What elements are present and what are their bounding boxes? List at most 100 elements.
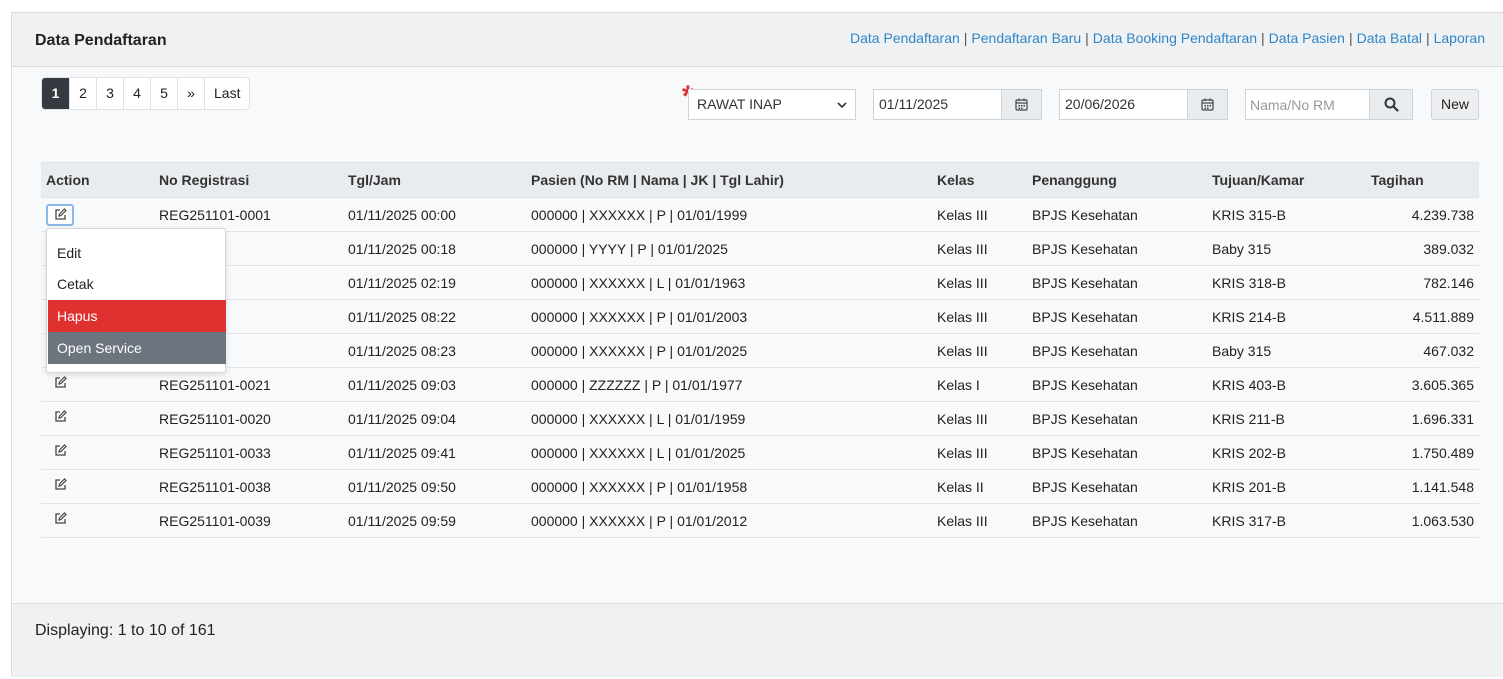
new-button[interactable]: New — [1431, 89, 1479, 120]
table-row[interactable]: REG251101-0001 01/11/2025 00:00 000000 | X… — [41, 197, 1479, 232]
tujuan-kamar-cell: KRIS 202-B — [1207, 435, 1366, 470]
kelas-cell: Kelas III — [932, 299, 1027, 334]
edit-icon[interactable] — [46, 510, 74, 532]
table-row[interactable]: 1-001301/11/2025 08:23000000 | XXXXXX | … — [41, 333, 1479, 368]
service-type-select[interactable]: RAWAT INAP — [688, 89, 856, 120]
tgl-jam-cell: 01/11/2025 02:19 — [343, 265, 526, 300]
tujuan-kamar-cell: KRIS 201-B — [1207, 469, 1366, 504]
tujuan-kamar-cell: KRIS 211-B — [1207, 401, 1366, 436]
service-type-value: RAWAT INAP — [697, 96, 782, 112]
table-header-row: Action No Registrasi Tgl/Jam Pasien (No … — [41, 162, 1479, 198]
tujuan-kamar-cell: Baby 315 — [1207, 333, 1366, 368]
edit-icon[interactable] — [46, 374, 74, 396]
kelas-cell: Kelas I — [932, 367, 1027, 402]
tagihan-cell: 467.032 — [1366, 333, 1479, 368]
top-nav-links: Data Pendaftaran | Pendaftaran Baru | Data B… — [850, 30, 1485, 46]
penanggung-cell: BPJS Kesehatan — [1027, 367, 1207, 402]
kelas-cell: Kelas III — [932, 231, 1027, 266]
table-row[interactable]: REG251101-0038 01/11/2025 09:50 000000 | X… — [41, 469, 1479, 504]
penanggung-cell: BPJS Kesehatan — [1027, 333, 1207, 368]
tgl-jam-cell: 01/11/2025 09:03 — [343, 367, 526, 402]
pasien-cell: 000000 | XXXXXX | P | 01/01/1958 — [526, 469, 932, 504]
panel-header: Data Pendaftaran Data Pendaftaran | Pendaf… — [12, 13, 1503, 67]
penanggung-cell: BPJS Kesehatan — [1027, 401, 1207, 436]
edit-icon[interactable] — [46, 476, 74, 498]
tgl-jam-cell: 01/11/2025 09:50 — [343, 469, 526, 504]
calendar-icon[interactable] — [1001, 90, 1041, 119]
column-header-tujuan-kamar: Tujuan/Kamar — [1207, 162, 1366, 198]
chevron-down-icon — [837, 102, 847, 109]
tagihan-cell: 1.696.331 — [1366, 401, 1479, 436]
no-registrasi-cell: REG251101-0038 — [154, 469, 343, 504]
no-registrasi-cell: REG251101-0001 — [154, 197, 343, 232]
pagination: 1 2 3 4 5 » Last — [41, 77, 251, 110]
next-page-button[interactable]: » — [177, 78, 204, 109]
edit-icon[interactable] — [46, 442, 74, 464]
table-row[interactable]: 1-000201/11/2025 00:18000000 | YYYY | P … — [41, 231, 1479, 266]
menu-item-hapus[interactable]: Hapus — [48, 300, 226, 332]
tgl-jam-cell: 01/11/2025 09:41 — [343, 435, 526, 470]
search-input[interactable] — [1246, 90, 1371, 119]
pasien-cell: 000000 | XXXXXX | P | 01/01/1999 — [526, 197, 932, 232]
table-row[interactable]: REG251101-0020 01/11/2025 09:04 000000 | X… — [41, 401, 1479, 436]
table-row[interactable]: REG251101-0039 01/11/2025 09:59 000000 | X… — [41, 503, 1479, 538]
penanggung-cell: BPJS Kesehatan — [1027, 503, 1207, 538]
column-header-tagihan: Tagihan — [1366, 162, 1479, 198]
tujuan-kamar-cell: KRIS 214-B — [1207, 299, 1366, 334]
column-header-no-registrasi: No Registrasi — [154, 162, 343, 198]
last-page-button[interactable]: Last — [204, 78, 249, 109]
pasien-cell: 000000 | XXXXXX | P | 01/01/2025 — [526, 333, 932, 368]
column-header-penanggung: Penanggung — [1027, 162, 1207, 198]
tagihan-cell: 782.146 — [1366, 265, 1479, 300]
action-cell — [41, 401, 154, 436]
tgl-jam-cell: 01/11/2025 08:23 — [343, 333, 526, 368]
kelas-cell: Kelas III — [932, 435, 1027, 470]
penanggung-cell: BPJS Kesehatan — [1027, 435, 1207, 470]
date-to-value: 20/06/2026 — [1065, 96, 1136, 112]
edit-icon[interactable] — [46, 203, 74, 226]
nav-link-data-booking[interactable]: Data Booking Pendaftaran — [1093, 30, 1257, 46]
tujuan-kamar-cell: KRIS 317-B — [1207, 503, 1366, 538]
table-row[interactable]: REG251101-0033 01/11/2025 09:41 000000 | X… — [41, 435, 1479, 470]
nav-link-laporan[interactable]: Laporan — [1434, 30, 1485, 46]
table-row[interactable]: 1-000601/11/2025 02:19000000 | XXXXXX | … — [41, 265, 1479, 300]
tagihan-cell: 4.511.889 — [1366, 299, 1479, 334]
edit-icon[interactable] — [46, 408, 74, 430]
patient-search — [1245, 89, 1413, 120]
page-5-button[interactable]: 5 — [150, 78, 177, 109]
page-3-button[interactable]: 3 — [96, 78, 123, 109]
page-1-button[interactable]: 1 — [42, 78, 69, 109]
no-registrasi-cell: REG251101-0020 — [154, 401, 343, 436]
nav-link-data-pasien[interactable]: Data Pasien — [1269, 30, 1345, 46]
tgl-jam-cell: 01/11/2025 08:22 — [343, 299, 526, 334]
date-to-field[interactable]: 20/06/2026 — [1059, 89, 1228, 120]
page-title: Data Pendaftaran — [35, 32, 167, 49]
menu-item-open-service[interactable]: Open Service — [48, 332, 226, 364]
menu-item-edit[interactable]: Edit — [48, 237, 226, 269]
menu-item-cetak[interactable]: Cetak — [48, 268, 226, 300]
pagination-summary: Displaying: 1 to 10 of 161 — [35, 622, 216, 639]
tgl-jam-cell: 01/11/2025 09:59 — [343, 503, 526, 538]
table-row[interactable]: 1-001201/11/2025 08:22000000 | XXXXXX | … — [41, 299, 1479, 334]
page-4-button[interactable]: 4 — [123, 78, 150, 109]
table-row[interactable]: REG251101-0021 01/11/2025 09:03 000000 | Z… — [41, 367, 1479, 402]
nav-link-data-pendaftaran[interactable]: Data Pendaftaran — [850, 30, 960, 46]
row-action-menu: Edit Cetak Hapus Open Service — [46, 228, 226, 373]
penanggung-cell: BPJS Kesehatan — [1027, 469, 1207, 504]
tujuan-kamar-cell: KRIS 315-B — [1207, 197, 1366, 232]
tagihan-cell: 4.239.738 — [1366, 197, 1479, 232]
date-from-field[interactable]: 01/11/2025 — [873, 89, 1042, 120]
calendar-icon[interactable] — [1187, 90, 1227, 119]
page-2-button[interactable]: 2 — [69, 78, 96, 109]
action-cell — [41, 435, 154, 470]
search-button[interactable] — [1369, 90, 1412, 119]
tujuan-kamar-cell: KRIS 318-B — [1207, 265, 1366, 300]
pasien-cell: 000000 | XXXXXX | L | 01/01/1963 — [526, 265, 932, 300]
column-header-action: Action — [41, 162, 154, 198]
nav-link-pendaftaran-baru[interactable]: Pendaftaran Baru — [971, 30, 1081, 46]
tagihan-cell: 389.032 — [1366, 231, 1479, 266]
tgl-jam-cell: 01/11/2025 00:00 — [343, 197, 526, 232]
nav-link-data-batal[interactable]: Data Batal — [1357, 30, 1422, 46]
tgl-jam-cell: 01/11/2025 00:18 — [343, 231, 526, 266]
penanggung-cell: BPJS Kesehatan — [1027, 197, 1207, 232]
